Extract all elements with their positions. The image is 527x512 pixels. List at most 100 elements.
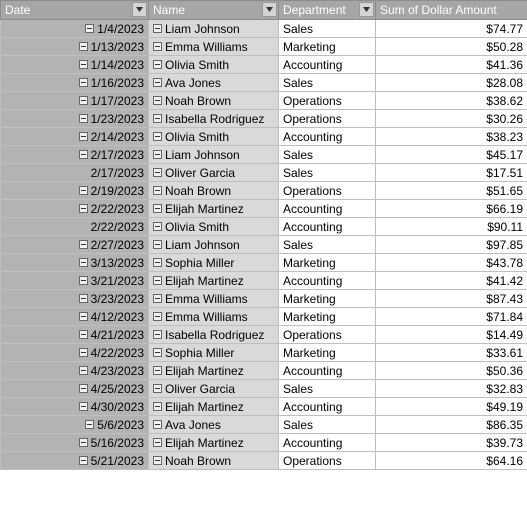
collapse-icon[interactable] xyxy=(153,60,162,69)
cell-name[interactable]: Elijah Martinez xyxy=(149,272,279,290)
table-row[interactable]: 1/23/2023Isabella RodriguezOperations$30… xyxy=(1,110,527,128)
collapse-icon[interactable] xyxy=(153,114,162,123)
table-row[interactable]: 5/6/2023Ava JonesSales$86.35 xyxy=(1,416,527,434)
collapse-icon[interactable] xyxy=(79,456,88,465)
cell-department[interactable]: Operations xyxy=(279,182,376,200)
cell-amount[interactable]: $51.65 xyxy=(376,182,527,200)
collapse-icon[interactable] xyxy=(153,204,162,213)
collapse-icon[interactable] xyxy=(153,384,162,393)
collapse-icon[interactable] xyxy=(85,24,94,33)
cell-date[interactable]: 3/13/2023 xyxy=(1,254,149,272)
cell-name[interactable]: Emma Williams xyxy=(149,290,279,308)
cell-amount[interactable]: $43.78 xyxy=(376,254,527,272)
collapse-icon[interactable] xyxy=(79,258,88,267)
table-row[interactable]: 1/4/2023Liam JohnsonSales$74.77 xyxy=(1,20,527,38)
cell-date[interactable]: 1/4/2023 xyxy=(1,20,149,38)
cell-department[interactable]: Sales xyxy=(279,20,376,38)
table-row[interactable]: 2/22/2023Elijah MartinezAccounting$66.19 xyxy=(1,200,527,218)
cell-name[interactable]: Elijah Martinez xyxy=(149,362,279,380)
cell-date[interactable]: 1/13/2023 xyxy=(1,38,149,56)
table-row[interactable]: 4/12/2023Emma WilliamsMarketing$71.84 xyxy=(1,308,527,326)
cell-amount[interactable]: $64.16 xyxy=(376,452,527,470)
table-row[interactable]: 4/22/2023Sophia MillerMarketing$33.61 xyxy=(1,344,527,362)
table-row[interactable]: 2/17/2023Liam JohnsonSales$45.17 xyxy=(1,146,527,164)
cell-name[interactable]: Emma Williams xyxy=(149,38,279,56)
cell-name[interactable]: Elijah Martinez xyxy=(149,200,279,218)
cell-date[interactable]: 2/27/2023 xyxy=(1,236,149,254)
collapse-icon[interactable] xyxy=(79,204,88,213)
cell-department[interactable]: Accounting xyxy=(279,434,376,452)
cell-date[interactable]: 4/25/2023 xyxy=(1,380,149,398)
cell-department[interactable]: Sales xyxy=(279,236,376,254)
collapse-icon[interactable] xyxy=(153,366,162,375)
cell-name[interactable]: Olivia Smith xyxy=(149,56,279,74)
collapse-icon[interactable] xyxy=(79,384,88,393)
cell-department[interactable]: Marketing xyxy=(279,290,376,308)
collapse-icon[interactable] xyxy=(79,42,88,51)
cell-name[interactable]: Sophia Miller xyxy=(149,254,279,272)
cell-department[interactable]: Accounting xyxy=(279,218,376,236)
cell-name[interactable]: Oliver Garcia xyxy=(149,380,279,398)
table-row[interactable]: 4/23/2023Elijah MartinezAccounting$50.36 xyxy=(1,362,527,380)
cell-name[interactable]: Ava Jones xyxy=(149,416,279,434)
cell-department[interactable]: Accounting xyxy=(279,398,376,416)
cell-department[interactable]: Operations xyxy=(279,92,376,110)
table-row[interactable]: 1/14/2023Olivia SmithAccounting$41.36 xyxy=(1,56,527,74)
cell-department[interactable]: Marketing xyxy=(279,344,376,362)
cell-date[interactable]: 4/23/2023 xyxy=(1,362,149,380)
collapse-icon[interactable] xyxy=(153,186,162,195)
cell-amount[interactable]: $50.36 xyxy=(376,362,527,380)
cell-department[interactable]: Sales xyxy=(279,416,376,434)
cell-department[interactable]: Sales xyxy=(279,164,376,182)
collapse-icon[interactable] xyxy=(153,78,162,87)
cell-department[interactable]: Sales xyxy=(279,380,376,398)
cell-date[interactable]: 4/30/2023 xyxy=(1,398,149,416)
cell-amount[interactable]: $30.26 xyxy=(376,110,527,128)
cell-department[interactable]: Accounting xyxy=(279,128,376,146)
cell-amount[interactable]: $41.42 xyxy=(376,272,527,290)
collapse-icon[interactable] xyxy=(153,348,162,357)
cell-amount[interactable]: $97.85 xyxy=(376,236,527,254)
cell-amount[interactable]: $50.28 xyxy=(376,38,527,56)
collapse-icon[interactable] xyxy=(153,438,162,447)
cell-date[interactable]: 1/17/2023 xyxy=(1,92,149,110)
cell-name[interactable]: Noah Brown xyxy=(149,92,279,110)
cell-department[interactable]: Sales xyxy=(279,74,376,92)
table-row[interactable]: 4/21/2023Isabella RodriguezOperations$14… xyxy=(1,326,527,344)
cell-name[interactable]: Olivia Smith xyxy=(149,128,279,146)
cell-name[interactable]: Ava Jones xyxy=(149,74,279,92)
cell-department[interactable]: Accounting xyxy=(279,272,376,290)
cell-date[interactable]: 1/23/2023 xyxy=(1,110,149,128)
collapse-icon[interactable] xyxy=(79,402,88,411)
name-filter-button[interactable] xyxy=(262,2,277,17)
cell-name[interactable]: Elijah Martinez xyxy=(149,398,279,416)
collapse-icon[interactable] xyxy=(153,24,162,33)
cell-amount[interactable]: $17.51 xyxy=(376,164,527,182)
collapse-icon[interactable] xyxy=(153,276,162,285)
cell-name[interactable]: Liam Johnson xyxy=(149,20,279,38)
cell-department[interactable]: Sales xyxy=(279,146,376,164)
cell-date[interactable]: 4/21/2023 xyxy=(1,326,149,344)
cell-department[interactable]: Operations xyxy=(279,110,376,128)
table-row[interactable]: 3/21/2023Elijah MartinezAccounting$41.42 xyxy=(1,272,527,290)
cell-date[interactable]: 3/21/2023 xyxy=(1,272,149,290)
cell-date[interactable]: 2/22/2023 xyxy=(1,218,149,236)
table-row[interactable]: 1/13/2023Emma WilliamsMarketing$50.28 xyxy=(1,38,527,56)
collapse-icon[interactable] xyxy=(153,420,162,429)
collapse-icon[interactable] xyxy=(79,132,88,141)
cell-date[interactable]: 4/12/2023 xyxy=(1,308,149,326)
collapse-icon[interactable] xyxy=(79,60,88,69)
cell-amount[interactable]: $38.23 xyxy=(376,128,527,146)
cell-amount[interactable]: $33.61 xyxy=(376,344,527,362)
cell-department[interactable]: Accounting xyxy=(279,200,376,218)
cell-amount[interactable]: $90.11 xyxy=(376,218,527,236)
cell-department[interactable]: Marketing xyxy=(279,254,376,272)
cell-amount[interactable]: $71.84 xyxy=(376,308,527,326)
table-row[interactable]: 5/21/2023Noah BrownOperations$64.16 xyxy=(1,452,527,470)
cell-name[interactable]: Liam Johnson xyxy=(149,146,279,164)
cell-amount[interactable]: $28.08 xyxy=(376,74,527,92)
table-row[interactable]: 4/25/2023Oliver GarciaSales$32.83 xyxy=(1,380,527,398)
cell-name[interactable]: Oliver Garcia xyxy=(149,164,279,182)
cell-date[interactable]: 2/19/2023 xyxy=(1,182,149,200)
cell-name[interactable]: Isabella Rodriguez xyxy=(149,326,279,344)
